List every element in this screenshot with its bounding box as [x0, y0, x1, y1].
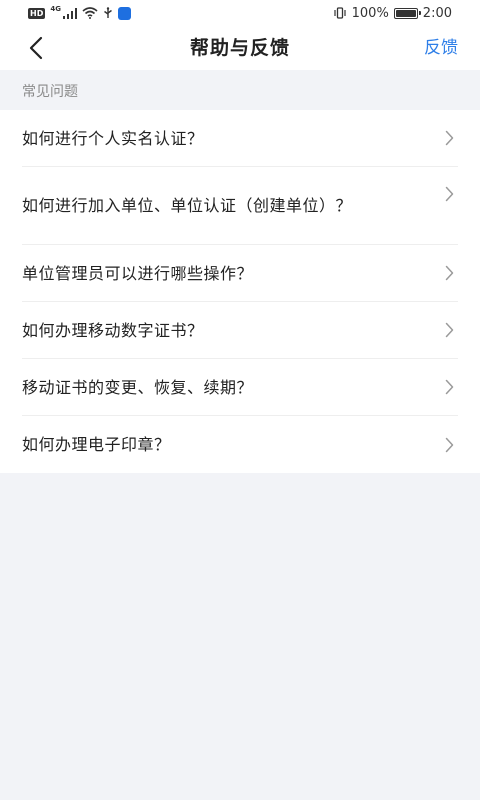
faq-question-text: 如何进行个人实名认证？	[22, 128, 204, 148]
network-type-label: 4G	[50, 5, 61, 13]
usb-icon	[104, 7, 112, 18]
chevron-right-icon	[442, 186, 456, 202]
battery-percent: 100%	[351, 5, 389, 21]
faq-question-text: 单位管理员可以进行哪些操作？	[22, 263, 254, 283]
faq-item[interactable]: 如何进行个人实名认证？	[22, 110, 458, 167]
vibrate-icon	[334, 7, 346, 19]
page-title: 帮助与反馈	[189, 37, 290, 59]
faq-question-text: 移动证书的变更、恢复、续期？	[22, 377, 254, 397]
help-feedback-screen: HD 4G 100% 2:00 帮助与反馈 反馈 常见问题 如何进行个人实名认证…	[0, 0, 480, 800]
battery-icon	[393, 7, 421, 19]
status-bar: HD 4G 100% 2:00	[0, 0, 480, 26]
status-left-icons: HD 4G	[28, 5, 131, 20]
faq-item[interactable]: 单位管理员可以进行哪些操作？	[22, 245, 458, 302]
faq-question-text: 如何办理移动数字证书？	[22, 320, 204, 340]
clock: 2:00	[422, 5, 452, 21]
status-right-icons: 100% 2:00	[333, 6, 452, 21]
navigation-bar: 帮助与反馈 反馈	[0, 26, 480, 70]
faq-section-header: 常见问题	[0, 74, 480, 110]
faq-item[interactable]: 移动证书的变更、恢复、续期？	[22, 359, 458, 416]
faq-item[interactable]: 如何进行加入单位、单位认证（创建单位）？	[22, 167, 458, 245]
faq-list: 如何进行个人实名认证？ 如何进行加入单位、单位认证（创建单位）？ 单位管理员可以进行…	[0, 110, 480, 473]
faq-question-text: 如何进行加入单位、单位认证（创建单位）？	[22, 196, 353, 215]
chevron-right-icon	[442, 130, 456, 146]
faq-item[interactable]: 如何办理电子印章？	[22, 416, 458, 473]
chevron-right-icon	[442, 379, 456, 395]
wifi-icon	[82, 7, 98, 19]
chevron-right-icon	[442, 437, 456, 453]
app-notification-icon	[117, 6, 131, 20]
faq-question-text: 如何办理电子印章？	[22, 435, 171, 454]
faq-item[interactable]: 如何办理移动数字证书？	[22, 302, 458, 359]
hd-badge: HD	[28, 7, 46, 19]
feedback-button[interactable]: 反馈	[424, 26, 458, 70]
battery-fill	[395, 9, 416, 17]
signal-icon	[62, 7, 77, 19]
chevron-right-icon	[442, 322, 456, 338]
chevron-right-icon	[442, 265, 456, 281]
